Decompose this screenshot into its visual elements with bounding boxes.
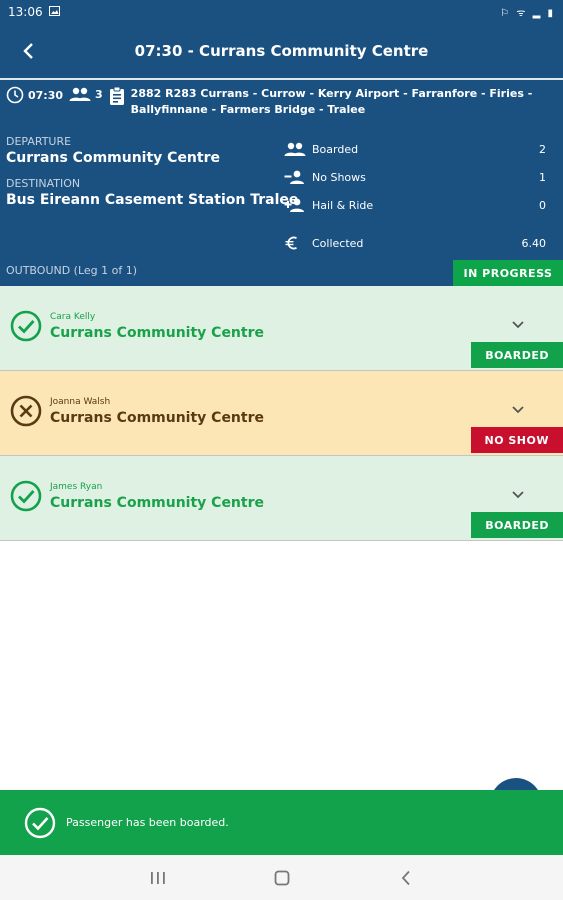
route-description: 2882 R283 Currans - Currow - Kerry Airpo… (130, 87, 533, 116)
departure-label: DEPARTURE (6, 135, 72, 148)
passenger-location: Currans Community Centre (50, 495, 264, 511)
stat-collected-label: Collected (312, 236, 364, 250)
page-title: 07:30 - Currans Community Centre (134, 42, 429, 60)
check-circle-icon (24, 807, 56, 838)
passenger-list: Cara Kelly Currans Community Centre BOAR… (0, 286, 563, 541)
stat-collected-value: 6.40 (521, 236, 547, 250)
stat-no-shows-label: No Shows (312, 170, 366, 184)
home-icon (274, 870, 289, 885)
trip-time: 07:30 (6, 86, 63, 104)
home-button[interactable] (220, 870, 344, 886)
status-time: 13:06 (8, 5, 43, 19)
back-arrow-icon (23, 43, 33, 59)
check-circle-icon (10, 480, 42, 512)
snackbar: Passenger has been boarded. (0, 790, 563, 855)
departure-value: Currans Community Centre (6, 150, 220, 166)
stat-boarded: Boarded 2 (284, 135, 546, 163)
passenger-name: James Ryan (50, 482, 103, 492)
stat-boarded-value: 2 (539, 142, 546, 156)
euro-icon (285, 236, 297, 250)
nav-back-button[interactable] (344, 870, 468, 886)
destination: DESTINATION Bus Eireann Casement Station… (6, 177, 298, 208)
stat-collected: Collected 6.40 (284, 229, 546, 257)
stat-hail-ride-label: Hail & Ride (312, 198, 374, 212)
passenger-location: Currans Community Centre (50, 410, 264, 426)
status-badge: BOARDED (471, 342, 563, 368)
trip-stats: Boarded 2 No Shows 1 Hail & Ride 0 Colle… (284, 135, 546, 257)
destination-value: Bus Eireann Casement Station Tralee (6, 192, 299, 208)
clipboard-icon (109, 86, 124, 105)
add-person-icon (284, 198, 304, 212)
cancel-circle-icon (10, 395, 42, 427)
passenger-name: Cara Kelly (50, 312, 96, 322)
stat-no-shows: No Shows 1 (284, 163, 546, 191)
leg-label: OUTBOUND (Leg 1 of 1) (6, 264, 138, 277)
chevron-down-icon[interactable] (511, 405, 525, 415)
passenger-card[interactable]: James Ryan Currans Community Centre BOAR… (0, 456, 563, 541)
remove-person-icon (284, 170, 304, 184)
passenger-location: Currans Community Centre (50, 325, 264, 341)
back-button[interactable] (0, 24, 56, 78)
leg-status-badge: IN PROGRESS (453, 260, 563, 286)
people-icon (69, 87, 91, 101)
trip-summary: 07:30 3 2882 R283 Currans - Currow - Ker… (0, 80, 563, 286)
system-icons: ⚐ ᯤ ▂ ▮ (500, 8, 555, 19)
passenger-card[interactable]: Cara Kelly Currans Community Centre BOAR… (0, 286, 563, 371)
route-icon-wrap (109, 86, 125, 106)
stat-no-shows-value: 1 (539, 170, 546, 184)
system-nav-bar (0, 855, 563, 900)
passenger-card[interactable]: Joanna Walsh Currans Community Centre NO… (0, 371, 563, 456)
destination-label: DESTINATION (6, 177, 81, 190)
chevron-down-icon[interactable] (511, 490, 525, 500)
image-icon (48, 5, 60, 19)
stat-boarded-label: Boarded (312, 142, 359, 156)
people-icon (284, 142, 306, 156)
snackbar-message: Passenger has been boarded. (66, 816, 229, 829)
app-bar: 07:30 - Currans Community Centre (0, 24, 563, 78)
recents-button[interactable] (96, 871, 220, 885)
recents-icon (150, 871, 165, 884)
status-bar: 13:06 ⚐ ᯤ ▂ ▮ (0, 0, 563, 24)
passenger-count: 3 (69, 86, 103, 102)
stat-hail-ride: Hail & Ride 0 (284, 191, 546, 219)
status-badge: NO SHOW (470, 427, 563, 453)
departure: DEPARTURE Currans Community Centre (6, 135, 220, 166)
passenger-count-value: 3 (95, 87, 103, 101)
back-icon (401, 870, 410, 885)
stat-hail-ride-value: 0 (539, 198, 546, 212)
route-bar: 07:30 3 2882 R283 Currans - Currow - Ker… (6, 86, 555, 118)
status-badge: BOARDED (471, 512, 563, 538)
chevron-down-icon[interactable] (511, 320, 525, 330)
trip-time-value: 07:30 (28, 88, 64, 102)
clock-icon (6, 86, 24, 104)
check-circle-icon (10, 310, 42, 342)
passenger-name: Joanna Walsh (50, 397, 111, 407)
